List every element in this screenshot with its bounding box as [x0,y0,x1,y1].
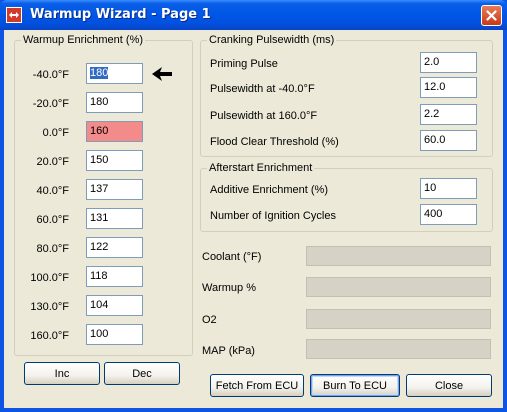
close-button[interactable]: Close [406,374,492,397]
warmup-percent-label: Warmup % [202,282,256,294]
ignition-cycles-field[interactable]: 400 [420,204,477,225]
additive-enrichment-field[interactable]: 10 [420,178,477,199]
o2-gauge [306,309,491,329]
ignition-cycles-label: Number of Ignition Cycles [210,210,336,222]
warmup-temp-label: -40.0°F [32,69,69,81]
pulsewidth-cold-field[interactable]: 12.0 [420,77,477,98]
burn-to-ecu-button[interactable]: Burn To ECU [310,374,400,397]
warmup-value-field[interactable]: 150 [86,150,143,171]
warmup-value-field[interactable]: 180 [86,63,143,84]
map-gauge [306,339,491,359]
coolant-label: Coolant (°F) [202,251,262,263]
warmup-value-field[interactable]: 104 [86,295,143,316]
warmup-value-field[interactable]: 100 [86,324,143,345]
warmup-value-field[interactable]: 131 [86,208,143,229]
warmup-temp-label: 160.0°F [30,330,69,342]
flood-clear-label: Flood Clear Threshold (%) [210,136,339,148]
app-logo-icon [6,7,22,23]
priming-pulse-label: Priming Pulse [210,58,278,70]
warmup-temp-label: 100.0°F [30,272,69,284]
warmup-temp-label: 60.0°F [36,214,69,226]
close-icon [486,10,497,21]
warmup-temp-label: 40.0°F [36,185,69,197]
client-area: Warmup Enrichment (%) -40.0°F 180 -20.0°… [4,30,503,408]
warmup-value-field[interactable]: 180 [86,92,143,113]
wizard-window: Warmup Wizard - Page 1 Warmup Enrichment… [0,0,507,412]
coolant-gauge [306,246,491,266]
priming-pulse-field[interactable]: 2.0 [420,52,477,73]
additive-enrichment-label: Additive Enrichment (%) [210,184,328,196]
warmup-temp-label: 130.0°F [30,301,69,313]
afterstart-enrichment-legend: Afterstart Enrichment [209,162,313,174]
fetch-from-ecu-button[interactable]: Fetch From ECU [210,374,304,397]
warmup-temp-label: -20.0°F [32,98,69,110]
title-bar[interactable]: Warmup Wizard - Page 1 [0,0,507,30]
warmup-temp-label: 80.0°F [36,243,69,255]
dec-button[interactable]: Dec [104,362,180,385]
pulsewidth-cold-label: Pulsewidth at -40.0°F [210,83,315,95]
warmup-value-field[interactable]: 122 [86,237,143,258]
warmup-temp-label: 20.0°F [36,156,69,168]
map-label: MAP (kPa) [202,345,255,357]
cranking-pulsewidth-legend: Cranking Pulsewidth (ms) [209,34,335,46]
warmup-temp-label: 0.0°F [42,127,69,139]
o2-label: O2 [202,314,217,326]
pulsewidth-hot-field[interactable]: 2.2 [420,104,477,125]
pulsewidth-hot-label: Pulsewidth at 160.0°F [210,110,318,122]
warmup-enrichment-legend: Warmup Enrichment (%) [23,34,144,46]
inc-button[interactable]: Inc [24,362,100,385]
warmup-value-field[interactable]: 160 [86,121,143,142]
warmup-percent-gauge [306,277,491,297]
arrow-left-icon [152,67,172,81]
flood-clear-field[interactable]: 60.0 [420,130,477,151]
warmup-value-field[interactable]: 137 [86,179,143,200]
close-window-button[interactable] [481,5,502,26]
window-title: Warmup Wizard - Page 1 [30,7,211,22]
warmup-value-field[interactable]: 118 [86,266,143,287]
